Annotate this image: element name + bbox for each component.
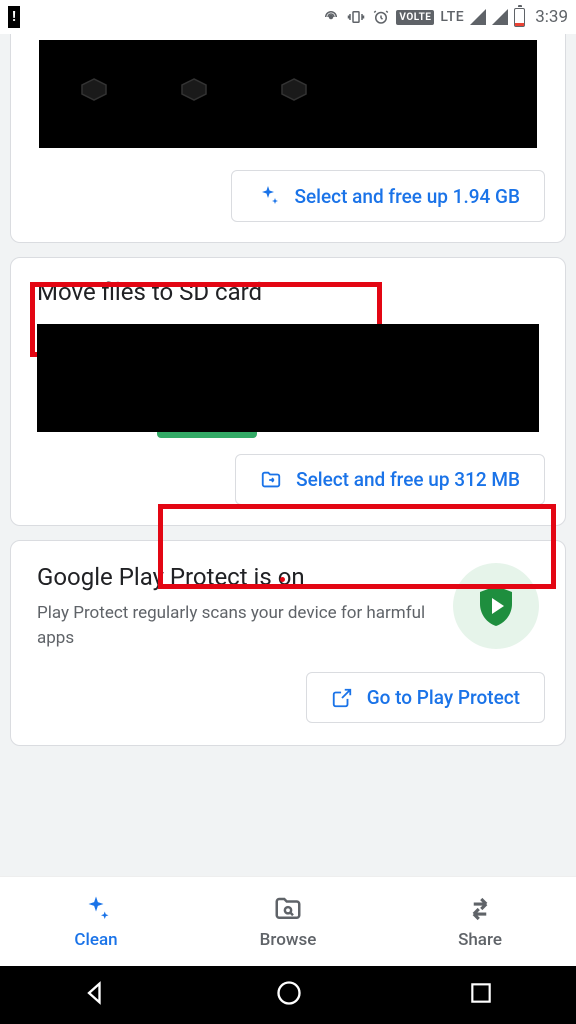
vibrate-icon (346, 8, 366, 26)
nav-share-label: Share (458, 930, 502, 950)
annotation-dot (280, 577, 285, 582)
clock: 3:39 (535, 7, 568, 27)
card-move-sd: Move files to SD card Select and free up… (10, 257, 566, 526)
status-bar: ! VOLTE LTE 3:39 (0, 0, 576, 34)
nav-share[interactable]: Share (384, 877, 576, 966)
sys-back[interactable] (82, 979, 110, 1011)
nav-browse[interactable]: Browse (192, 877, 384, 966)
card-free-up: Select and free up 1.94 GB (10, 34, 566, 243)
lte-label: LTE (440, 9, 464, 25)
thumbnail-row (37, 324, 539, 432)
select-free-sd-label: Select and free up 312 MB (296, 468, 520, 491)
nav-browse-label: Browse (260, 930, 317, 950)
battery-icon (514, 8, 525, 27)
system-nav (0, 966, 576, 1024)
folder-search-icon (273, 894, 303, 924)
protect-desc: Play Protect regularly scans your device… (37, 601, 441, 650)
swap-icon (465, 894, 495, 924)
card-play-protect: Google Play Protect is on Play Protect r… (10, 540, 566, 746)
sparkle-icon (81, 894, 111, 924)
go-play-protect-label: Go to Play Protect (367, 686, 520, 709)
volte-badge: VOLTE (396, 10, 434, 25)
app-icon (269, 69, 319, 119)
nav-clean[interactable]: Clean (0, 877, 192, 966)
play-protect-shield-icon (453, 563, 539, 649)
go-play-protect-button[interactable]: Go to Play Protect (306, 672, 545, 723)
external-link-icon (331, 687, 353, 709)
sparkle-icon (256, 184, 280, 208)
nav-clean-label: Clean (74, 930, 117, 950)
free-up-button[interactable]: Select and free up 1.94 GB (231, 170, 545, 222)
protect-title: Google Play Protect is on (37, 563, 441, 591)
signal-icon-1 (470, 9, 486, 25)
redacted-thumbnails (37, 324, 539, 432)
card-title: Move files to SD card (11, 258, 565, 324)
thumbnail-strip (39, 40, 537, 148)
notification-alert-icon: ! (8, 6, 20, 28)
app-icon (169, 69, 219, 119)
alarm-icon (372, 8, 390, 26)
sys-home[interactable] (275, 979, 303, 1011)
app-icon (69, 69, 119, 119)
select-free-sd-button[interactable]: Select and free up 312 MB (235, 454, 545, 505)
sys-recent[interactable] (468, 980, 494, 1010)
free-up-label: Select and free up 1.94 GB (294, 185, 520, 208)
content-scroll: Select and free up 1.94 GB Move files to… (0, 34, 576, 876)
bottom-nav: Clean Browse Share (0, 876, 576, 966)
move-to-folder-icon (260, 469, 282, 491)
signal-icon-2 (492, 9, 508, 25)
hotspot-icon (322, 8, 340, 26)
